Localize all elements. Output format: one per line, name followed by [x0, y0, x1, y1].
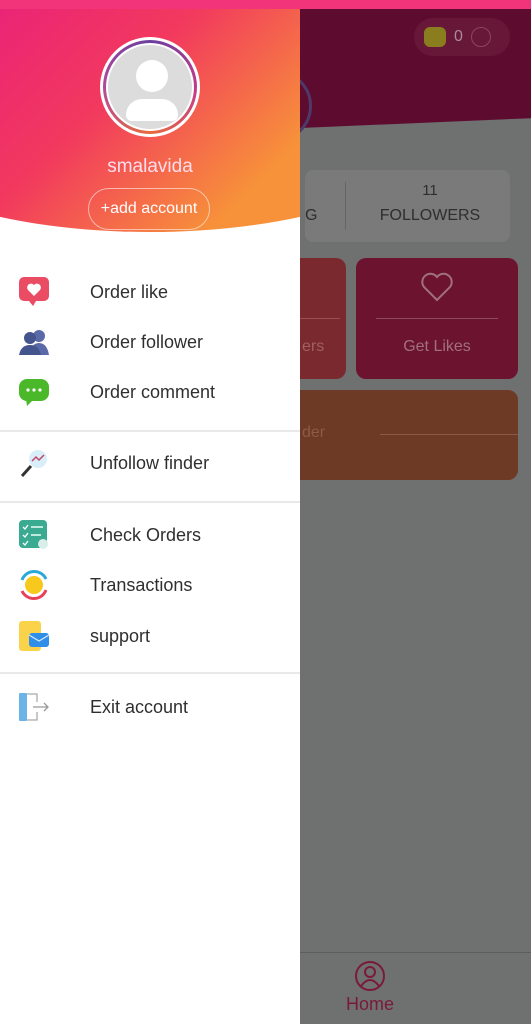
coin-count: 0: [454, 28, 463, 45]
menu-item-label: support: [90, 625, 151, 646]
menu-item-order-like[interactable]: Order like: [0, 270, 300, 314]
card-label: Get Likes: [403, 338, 471, 355]
exit-door-icon: [19, 693, 49, 721]
divider: [300, 318, 340, 319]
user-icon: [355, 961, 385, 991]
menu-item-unfollow-finder[interactable]: Unfollow finder: [0, 441, 300, 485]
menu-item-label: Order follower: [90, 331, 204, 352]
users-icon: [19, 330, 49, 355]
get-likes-card[interactable]: Get Likes: [356, 258, 518, 379]
following-label: G: [305, 207, 318, 224]
checklist-icon: [19, 520, 48, 549]
menu-item-label: Order like: [90, 281, 169, 302]
coin-icon: [424, 27, 446, 47]
followers-count: 11: [422, 182, 438, 199]
comment-icon: [19, 379, 49, 406]
menu-item-order-follower[interactable]: Order follower: [0, 320, 300, 364]
bottom-nav-divider: [300, 952, 531, 953]
heart-bubble-icon: [19, 277, 49, 306]
followers-label: FOLLOWERS: [379, 207, 481, 224]
username: smalavida: [107, 156, 193, 177]
coin-exchange-icon: [20, 569, 48, 601]
menu-item-label: Check Orders: [90, 524, 202, 545]
add-account-button[interactable]: +add account: [88, 188, 210, 230]
menu-item-label: Order comment: [90, 381, 216, 402]
divider: [380, 434, 518, 435]
avatar[interactable]: [100, 37, 200, 137]
heart-icon: [421, 272, 453, 302]
status-bar: [0, 0, 531, 9]
divider: [0, 430, 300, 432]
menu-item-label: Transactions: [90, 574, 193, 595]
minus-icon: [470, 27, 491, 47]
menu-item-support[interactable]: support: [0, 614, 300, 658]
card-label: ers: [302, 338, 325, 355]
menu-item-label: Unfollow finder: [90, 452, 210, 473]
navigation-drawer: smalavida +add account Order like Order …: [0, 9, 300, 1024]
order-card[interactable]: der: [290, 390, 518, 480]
menu-item-order-comment[interactable]: Order comment: [0, 370, 300, 414]
magnifier-chart-icon: [20, 450, 47, 478]
card-label: der: [302, 424, 326, 441]
divider: [0, 672, 300, 674]
divider: [376, 318, 498, 319]
menu-item-check-orders[interactable]: Check Orders: [0, 513, 300, 557]
default-user-icon: [108, 45, 192, 129]
menu-item-label: Exit account: [90, 696, 189, 717]
menu-item-transactions[interactable]: Transactions: [0, 563, 300, 607]
menu-item-exit-account[interactable]: Exit account: [0, 685, 300, 729]
divider: [0, 501, 300, 503]
folder-mail-icon: [19, 621, 50, 651]
coin-balance[interactable]: 0: [414, 18, 510, 56]
nav-home[interactable]: Home: [340, 960, 400, 1015]
divider: [345, 182, 346, 230]
nav-home-label: Home: [345, 994, 394, 1014]
stats-card: G 11 FOLLOWERS: [305, 170, 510, 242]
